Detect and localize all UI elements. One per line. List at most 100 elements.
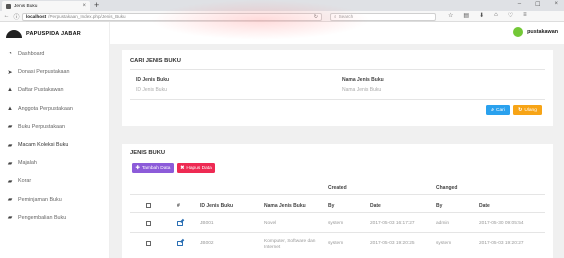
column-header-nama[interactable]: Nama Jenis Buku <box>264 203 306 209</box>
cell-id: JB002 <box>200 241 214 246</box>
url-path: /Perpustakaan_Index.php/Jenis_Buku <box>48 14 126 19</box>
sidebar-item-label: Buku Perpustakaan <box>18 123 66 130</box>
browser-search-input[interactable]: ⌕ Search <box>330 12 436 21</box>
back-icon[interactable]: ← <box>3 13 10 19</box>
list-panel-title: JENIS BUKU <box>130 150 166 156</box>
ulang-button-label: Ulang <box>524 107 537 113</box>
search-icon: ⌕ <box>491 107 494 113</box>
search-panel-title: CARI JENIS BUKU <box>130 58 181 64</box>
brand-logo-icon <box>6 29 22 38</box>
column-header-number: # <box>177 203 180 209</box>
cell-changed-by: system <box>436 241 452 246</box>
divider <box>130 212 545 213</box>
changed-group-header: Changed <box>436 185 458 191</box>
bookmark-star-icon[interactable]: ☆ <box>448 12 453 19</box>
cell-created-by: system <box>328 221 344 226</box>
top-header: pustakawan <box>110 22 564 44</box>
browser-tab[interactable]: Jenis Buku × <box>2 1 90 11</box>
user-icon: ▲ <box>7 87 13 94</box>
book-icon: ▰ <box>7 215 13 222</box>
sidebar-item-pustakawan[interactable]: ▲ Daftar Pustakawan <box>0 81 109 99</box>
home-icon[interactable]: ⌂ <box>494 12 498 19</box>
sidebar-item-label: Macam Koleksi Buku <box>18 142 69 149</box>
cell-nama: Komputer, Software dan Internet <box>264 239 316 250</box>
sidebar-item-koran[interactable]: ▰ Korar <box>0 172 109 190</box>
info-icon[interactable]: ⓘ <box>13 12 20 21</box>
sidebar-item-donasi[interactable]: ➤ Donasi Perpustakaan <box>0 63 109 81</box>
tambah-data-label: Tambah Data <box>141 165 171 171</box>
divider <box>130 194 545 195</box>
sidebar-item-dashboard[interactable]: ◔ Dashboard <box>0 45 109 63</box>
tambah-data-button[interactable]: ✚ Tambah Data <box>132 163 174 173</box>
sidebar-item-label: Majalah <box>18 160 37 167</box>
sidebar-item-macam-koleksi[interactable]: ▰ Macam Koleksi Buku <box>0 136 109 154</box>
reload-icon[interactable]: ↻ <box>314 14 318 20</box>
pocket-icon[interactable]: ♡ <box>508 12 513 19</box>
cell-changed-date: 2017-05-03 19:20:27 <box>479 241 524 246</box>
ulang-button[interactable]: ↻ Ulang <box>513 105 542 115</box>
download-icon[interactable]: ⬇ <box>479 12 484 19</box>
url-host: localhost <box>26 14 47 19</box>
nama-jenis-input[interactable]: Nama Jenis Buku <box>342 87 381 93</box>
column-header-created-by[interactable]: By <box>328 203 334 209</box>
brand-name: PAPUSPIDA JABAR <box>26 30 81 37</box>
sidebar-item-majalah[interactable]: ▰ Majalah <box>0 154 109 172</box>
refresh-icon: ↻ <box>518 107 523 113</box>
cari-button[interactable]: ⌕ Cari <box>486 105 510 115</box>
column-header-created-date[interactable]: Date <box>370 203 381 209</box>
select-all-checkbox[interactable] <box>146 203 151 208</box>
book-icon: ▰ <box>7 124 13 131</box>
row-checkbox[interactable] <box>146 241 151 246</box>
window-controls: – ☐ × <box>518 1 558 8</box>
hapus-data-label: Hapus Data <box>186 165 212 171</box>
column-header-changed-by[interactable]: By <box>436 203 442 209</box>
library-icon[interactable]: ▤ <box>463 12 469 19</box>
sidebar-item-anggota[interactable]: ▲ Anggota Perpustakaan <box>0 100 109 118</box>
sidebar-item-label: Daftar Pustakawan <box>18 87 64 94</box>
maximize-icon[interactable]: ☐ <box>535 1 540 8</box>
divider <box>130 232 545 233</box>
cell-id: JB001 <box>200 221 214 226</box>
book-icon: ▰ <box>7 197 13 204</box>
hapus-data-button[interactable]: ✖ Hapus Data <box>177 163 215 173</box>
minimize-icon[interactable]: – <box>518 1 521 8</box>
column-header-changed-date[interactable]: Date <box>479 203 490 209</box>
favicon-icon <box>6 3 11 9</box>
edit-icon[interactable] <box>177 241 183 246</box>
sidebar-item-label: Dashboard <box>18 51 45 58</box>
new-tab-icon[interactable]: + <box>94 0 99 10</box>
sidebar-item-buku[interactable]: ▰ Buku Perpustakaan <box>0 118 109 136</box>
sidebar: PAPUSPIDA JABAR ◔ Dashboard ➤ Donasi Per… <box>0 22 110 258</box>
cell-nama: Novel <box>264 221 277 226</box>
sidebar-item-label: Peminjaman Buku <box>18 196 62 203</box>
browser-toolbar-icons: ☆ ▤ ⬇ ⌂ ♡ ≡ <box>448 12 527 19</box>
row-checkbox[interactable] <box>146 221 151 226</box>
cari-button-label: Cari <box>496 107 505 113</box>
id-jenis-label: ID Jenis Buku <box>136 77 170 83</box>
nama-jenis-label: Nama Jenis Buku <box>342 77 384 83</box>
sidebar-item-label: Korar <box>18 178 32 185</box>
id-jenis-input[interactable]: ID Jenis Buku <box>136 87 167 93</box>
edit-icon[interactable] <box>177 221 183 226</box>
user-menu[interactable]: pustakawan <box>513 27 558 37</box>
browser-search-placeholder: Search <box>338 14 354 19</box>
sidebar-item-label: Pengembalian Buku <box>18 214 67 221</box>
close-tab-icon[interactable]: × <box>82 3 86 9</box>
sidebar-item-peminjaman[interactable]: ▰ Peminjaman Buku <box>0 191 109 209</box>
times-icon: ✖ <box>180 165 185 171</box>
send-icon: ➤ <box>7 69 13 76</box>
brand[interactable]: PAPUSPIDA JABAR <box>0 22 109 45</box>
close-window-icon[interactable]: × <box>554 1 558 8</box>
list-panel: JENIS BUKU ✚ Tambah Data ✖ Hapus Data Crea… <box>122 144 553 258</box>
sidebar-item-pengembalian[interactable]: ▰ Pengembalian Buku <box>0 209 109 227</box>
menu-icon[interactable]: ≡ <box>523 12 527 19</box>
user-name: pustakawan <box>527 29 558 35</box>
url-bar[interactable]: localhost/Perpustakaan_Index.php/Jenis_B… <box>22 12 322 21</box>
cell-created-date: 2017-05-03 16:17:27 <box>370 221 415 226</box>
plus-icon: ✚ <box>135 165 140 171</box>
cell-changed-by: admin <box>436 221 450 226</box>
column-header-id[interactable]: ID Jenis Buku <box>200 203 233 209</box>
magazine-icon: ▰ <box>7 160 13 167</box>
main-content: CARI JENIS BUKU ID Jenis Buku ID Jenis B… <box>110 44 564 258</box>
user-icon: ▲ <box>7 105 13 112</box>
